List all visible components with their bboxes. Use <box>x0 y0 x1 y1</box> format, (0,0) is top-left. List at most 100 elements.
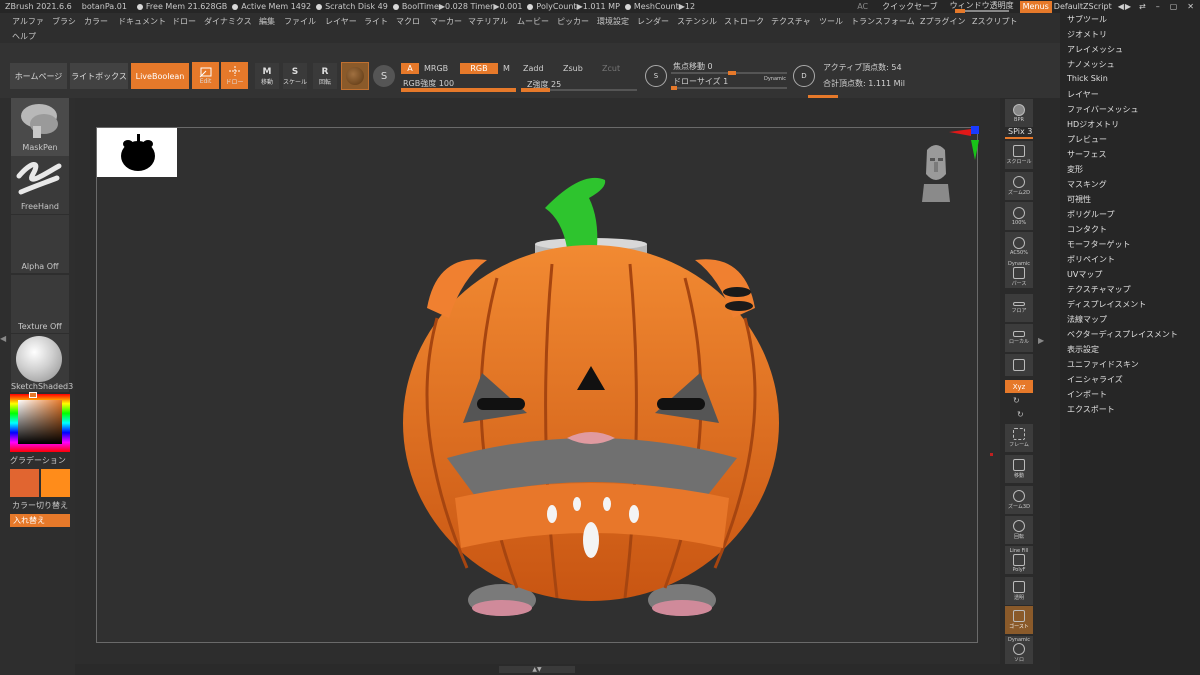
palette-menu-item[interactable]: プレビュー <box>1067 134 1107 145</box>
swap-button[interactable]: 入れ替え <box>10 514 70 527</box>
polyframe-button[interactable]: Line Fill PolyF <box>1005 546 1033 574</box>
palette-menu-item[interactable]: ファイバーメッシュ <box>1067 104 1139 115</box>
menu-item[interactable]: マーカー <box>430 16 462 27</box>
document-area[interactable] <box>96 126 993 643</box>
menu-item[interactable]: ブラシ <box>52 16 76 27</box>
focal-shift-slider[interactable] <box>671 71 787 75</box>
dynamic-toggle[interactable]: Dynamic <box>764 76 786 82</box>
m-toggle[interactable]: M <box>503 64 510 73</box>
menu-item[interactable]: 編集 <box>259 16 275 27</box>
swap-icon[interactable]: ⇄ <box>1139 2 1146 11</box>
nav-right-icon[interactable]: ▶ <box>1125 2 1131 11</box>
palette-menu-item[interactable]: インポート <box>1067 389 1107 400</box>
quick-save-button[interactable]: クイックセーブ <box>882 1 938 12</box>
menu-item[interactable]: アルファ <box>12 16 44 27</box>
draw-size-slider[interactable] <box>671 86 787 90</box>
draw-button[interactable]: ドロー <box>221 62 248 89</box>
palette-menu-item[interactable]: 表示設定 <box>1067 344 1099 355</box>
rgb-toggle[interactable]: RGB <box>460 63 498 74</box>
lightbox-button[interactable]: ライトボックス <box>70 63 128 89</box>
menu-item[interactable]: ムービー <box>517 16 549 27</box>
palette-menu-item[interactable]: アレイメッシュ <box>1067 44 1123 55</box>
lock-button[interactable] <box>1005 354 1033 376</box>
zoom2d-button[interactable]: ズーム2D <box>1005 172 1033 200</box>
menu-item[interactable]: マクロ <box>396 16 420 27</box>
palette-menu-item[interactable]: 法線マップ <box>1067 314 1107 325</box>
palette-menu-item[interactable]: ベクターディスプレイスメント <box>1067 329 1178 340</box>
transp-button[interactable]: 透明 <box>1005 577 1033 605</box>
focal-icon[interactable]: S <box>645 65 667 87</box>
scale-button[interactable]: S スケール <box>283 63 307 89</box>
frame-button[interactable]: フレーム <box>1005 424 1033 452</box>
palette-menu-item[interactable]: ディスプレイスメント <box>1067 299 1146 310</box>
menu-item[interactable]: ドキュメント <box>118 16 166 27</box>
switch-color-label[interactable]: カラー切り替え <box>12 500 72 511</box>
menu-item[interactable]: マテリアル <box>468 16 508 27</box>
scroll-button[interactable]: スクロール <box>1005 141 1033 169</box>
menu-item[interactable]: ライト <box>364 16 388 27</box>
minimize-icon[interactable]: – <box>1156 2 1160 11</box>
spix-control[interactable]: SPix 3 <box>1008 127 1032 136</box>
liveboolean-button[interactable]: LiveBoolean <box>131 63 189 89</box>
menu-item[interactable]: ダイナミクス <box>204 16 252 27</box>
maximize-icon[interactable]: ▢ <box>1170 2 1178 11</box>
palette-menu-item[interactable]: イニシャライズ <box>1067 374 1123 385</box>
menu-item[interactable]: Zスクリプト <box>972 16 1017 27</box>
palette-menu-item[interactable]: HDジオメトリ <box>1067 119 1119 130</box>
material-swatch-button[interactable] <box>341 62 369 90</box>
move-button[interactable]: M 移動 <box>255 63 279 89</box>
menu-item[interactable]: ヘルプ <box>12 31 36 42</box>
menu-item[interactable]: カラー <box>84 16 108 27</box>
menu-item[interactable]: ツール <box>819 16 843 27</box>
aahalf-button[interactable]: AC50% <box>1005 232 1033 260</box>
menu-item[interactable]: 環境設定 <box>597 16 629 27</box>
right-collapse-handle[interactable]: ▶ <box>1038 336 1044 345</box>
left-collapse-handle[interactable]: ◀ <box>0 334 6 348</box>
palette-menu-item[interactable]: テクスチャマップ <box>1067 284 1131 295</box>
color-picker-handle[interactable] <box>29 392 37 398</box>
bottom-expand-handle[interactable]: ▲▼ <box>499 666 575 673</box>
menu-item[interactable]: Zプラグイン <box>920 16 965 27</box>
bpr-button[interactable]: BPR <box>1005 99 1033 127</box>
menu-item[interactable]: ドロー <box>172 16 196 27</box>
palette-menu-item[interactable]: ポリペイント <box>1067 254 1115 265</box>
zoom3d-button[interactable]: ズーム3D <box>1005 486 1033 514</box>
ghost-button[interactable]: ゴースト <box>1005 606 1033 634</box>
secondary-color-swatch[interactable] <box>41 469 70 497</box>
d-icon[interactable]: D <box>793 65 815 87</box>
zadd-toggle[interactable]: Zadd <box>523 64 544 73</box>
head-orientation-icon[interactable] <box>919 140 953 204</box>
palette-menu-item[interactable]: サーフェス <box>1067 149 1107 160</box>
zsub-toggle[interactable]: Zsub <box>563 64 583 73</box>
xyz-button[interactable]: Xyz <box>1005 380 1033 393</box>
rotate-axis-2-icon[interactable]: ↻ <box>1017 410 1024 419</box>
palette-menu-item[interactable]: ポリグループ <box>1067 209 1115 220</box>
a-toggle[interactable]: A <box>401 63 419 74</box>
transparency-control[interactable]: ウィンドウ透明度 <box>944 1 1014 13</box>
color-picker-square[interactable] <box>18 400 62 444</box>
palette-menu-item[interactable]: 変形 <box>1067 164 1083 175</box>
nav-left-icon[interactable]: ◀ <box>1118 2 1124 11</box>
actual-size-button[interactable]: 100% <box>1005 202 1033 230</box>
mrgb-toggle[interactable]: MRGB <box>424 64 448 73</box>
main-color-swatch[interactable] <box>10 469 39 497</box>
palette-menu-item[interactable]: UVマップ <box>1067 269 1102 280</box>
palette-menu-item[interactable]: ナノメッシュ <box>1067 59 1115 70</box>
palette-menu-item[interactable]: マスキング <box>1067 179 1107 190</box>
menu-item[interactable]: レンダー <box>637 16 669 27</box>
transparency-slider[interactable] <box>954 8 1009 13</box>
floor-button[interactable]: フロア <box>1005 294 1033 322</box>
close-icon[interactable]: ✕ <box>1187 2 1194 11</box>
palette-menu-item[interactable]: ユニファイドスキン <box>1067 359 1139 370</box>
palette-menu-item[interactable]: ジオメトリ <box>1067 29 1107 40</box>
palette-menu-item[interactable]: サブツール <box>1067 14 1107 25</box>
menus-button[interactable]: Menus <box>1019 0 1052 13</box>
spotlight-button[interactable]: S <box>373 65 395 87</box>
edit-button[interactable]: Edit <box>192 62 219 89</box>
menu-item[interactable]: ストローク <box>724 16 764 27</box>
menu-item[interactable]: トランスフォーム <box>851 16 915 27</box>
rotate-view-button[interactable]: 回転 <box>1005 516 1033 544</box>
rotate-axis-icon[interactable]: ↻ <box>1013 396 1020 405</box>
palette-menu-item[interactable]: 可視性 <box>1067 194 1091 205</box>
navigation-thumbnail[interactable] <box>97 128 177 177</box>
